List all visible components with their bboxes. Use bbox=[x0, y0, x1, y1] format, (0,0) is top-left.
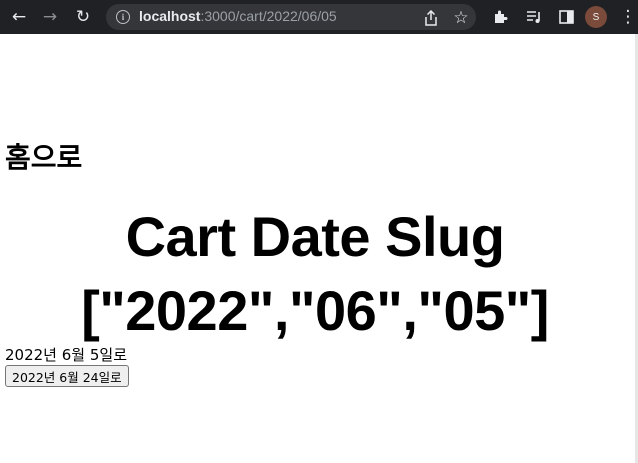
slug-display: ["2022","06","05"] bbox=[81, 279, 549, 342]
current-date-text: 2022년 6월 5일로 bbox=[5, 346, 127, 364]
side-panel-icon[interactable] bbox=[555, 6, 577, 28]
menu-icon[interactable]: ⋮ bbox=[617, 6, 638, 28]
share-icon[interactable] bbox=[420, 7, 442, 29]
browser-toolbar: ← → ↻ i localhost:3000/cart/2022/06/05 ☆… bbox=[0, 0, 638, 34]
url-path: :3000/cart/2022/06/05 bbox=[200, 8, 337, 24]
address-bar[interactable]: i localhost:3000/cart/2022/06/05 ☆ bbox=[106, 4, 476, 30]
home-link[interactable]: 홈으로 bbox=[5, 136, 82, 176]
change-date-button[interactable]: 2022년 6월 24일로 bbox=[5, 365, 129, 387]
avatar[interactable]: S bbox=[585, 6, 607, 28]
info-icon[interactable]: i bbox=[116, 10, 130, 24]
extensions-icon[interactable] bbox=[489, 6, 511, 28]
url-host: localhost bbox=[139, 8, 201, 24]
url-text[interactable]: localhost:3000/cart/2022/06/05 bbox=[139, 8, 337, 24]
playlist-icon[interactable] bbox=[523, 6, 545, 28]
star-icon[interactable]: ☆ bbox=[450, 7, 472, 29]
page-content: 홈으로 Cart Date Slug ["2022","06","05"] 202… bbox=[0, 34, 638, 463]
title-text: Cart Date Slug bbox=[125, 205, 505, 268]
page-title: Cart Date Slug ["2022","06","05"] bbox=[0, 200, 630, 348]
back-icon[interactable]: ← bbox=[8, 6, 30, 28]
forward-icon[interactable]: → bbox=[39, 6, 61, 28]
reload-icon[interactable]: ↻ bbox=[72, 6, 94, 28]
